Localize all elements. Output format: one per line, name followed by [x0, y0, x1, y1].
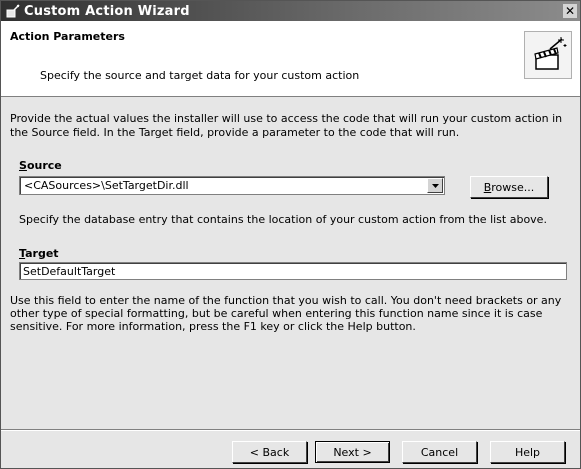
- back-button[interactable]: < Back: [232, 441, 307, 463]
- target-value: SetDefaultTarget: [23, 265, 116, 278]
- target-input[interactable]: SetDefaultTarget: [19, 262, 567, 280]
- page-title: Action Parameters: [10, 30, 125, 43]
- title-bar[interactable]: Custom Action Wizard ✕: [1, 1, 580, 21]
- close-icon[interactable]: ✕: [563, 4, 577, 18]
- next-button[interactable]: Next >: [315, 441, 390, 463]
- footer-divider: [1, 429, 580, 431]
- target-help-text: Use this field to enter the name of the …: [10, 294, 562, 333]
- window-title: Custom Action Wizard: [24, 3, 190, 19]
- custom-action-wizard-window: Custom Action Wizard ✕ Action Parameters…: [0, 0, 581, 469]
- source-label: Source: [19, 159, 62, 172]
- browse-button[interactable]: Browse...: [470, 176, 548, 198]
- page-subtitle: Specify the source and target data for y…: [40, 69, 360, 82]
- source-value: <CASources>\SetTargetDir.dll: [24, 179, 189, 192]
- wizard-app-icon: [5, 3, 21, 19]
- source-help-text: Specify the database entry that contains…: [19, 213, 547, 226]
- dropdown-arrow-icon[interactable]: [427, 178, 443, 193]
- source-combobox[interactable]: <CASources>\SetTargetDir.dll: [19, 176, 445, 195]
- cancel-button[interactable]: Cancel: [402, 441, 477, 463]
- clapperboard-wand-icon: [524, 31, 572, 79]
- instructions-text: Provide the actual values the installer …: [10, 112, 563, 139]
- help-button[interactable]: Help: [490, 441, 565, 463]
- wizard-header: Action Parameters Specify the source and…: [1, 21, 580, 97]
- target-label: Target: [19, 247, 59, 260]
